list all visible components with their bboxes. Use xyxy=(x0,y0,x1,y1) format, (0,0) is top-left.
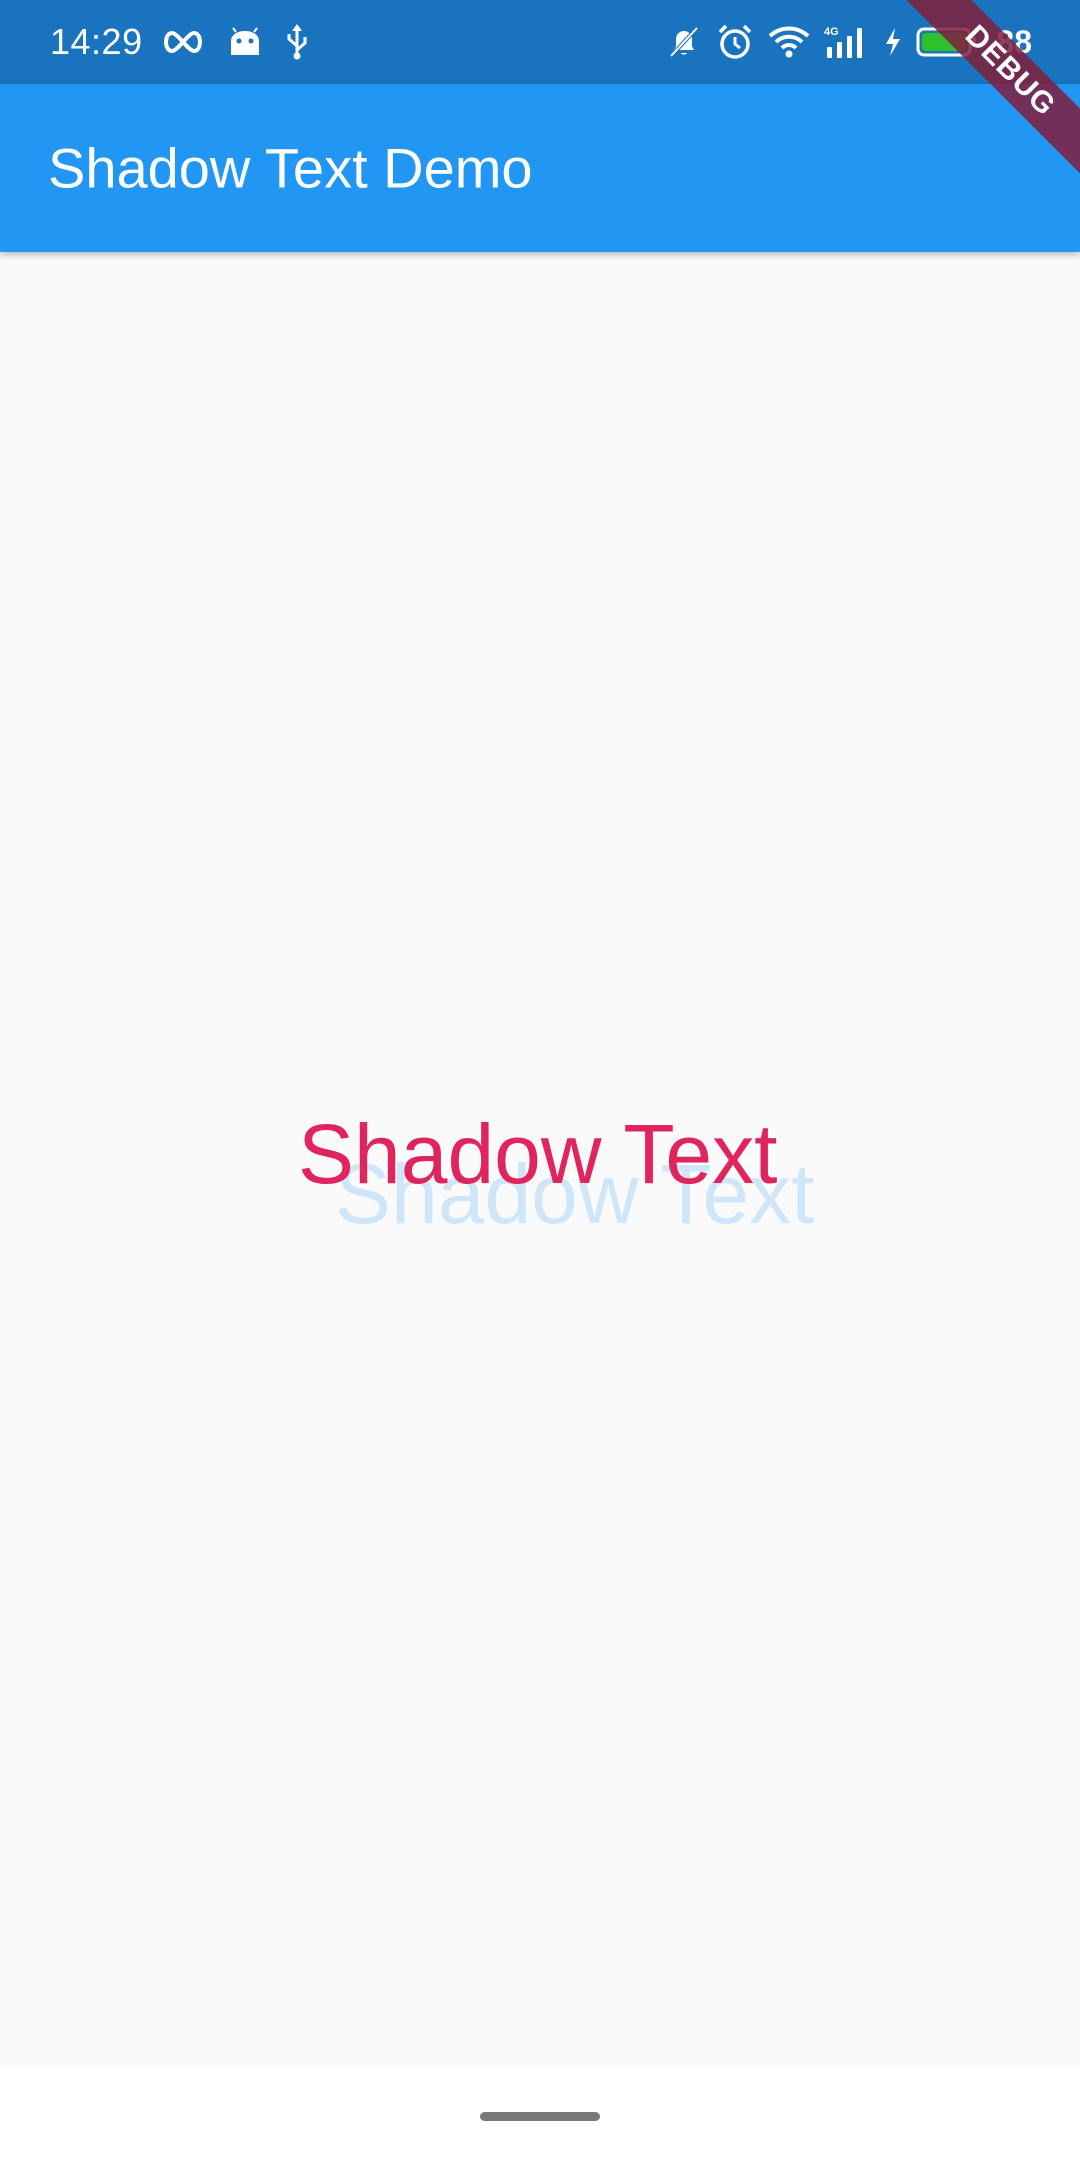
wifi-icon xyxy=(768,25,810,59)
battery-level: 88 xyxy=(996,23,1032,60)
android-icon xyxy=(228,27,262,57)
signal-4g-icon: 4G xyxy=(824,24,870,60)
shadow-text-label: Shadow Text xyxy=(298,1107,778,1201)
app-screen: 14:29 4G 88 Shadow Text Demo Shadow Text… xyxy=(0,0,1080,2160)
app-bar: Shadow Text Demo xyxy=(0,84,1080,252)
shadow-text-widget: Shadow Text Shadow Text xyxy=(0,1112,1080,1252)
status-bar: 14:29 4G 88 xyxy=(0,0,1080,84)
battery-icon xyxy=(916,26,978,58)
navigation-bar xyxy=(0,2068,1080,2160)
usb-icon xyxy=(284,24,310,60)
status-right-icons: 4G 88 xyxy=(666,0,1032,84)
charging-icon xyxy=(884,27,902,57)
main-content: Shadow Text Shadow Text xyxy=(0,252,1080,2068)
home-indicator[interactable] xyxy=(480,2112,600,2121)
infinity-icon xyxy=(160,27,206,57)
svg-text:4G: 4G xyxy=(824,26,839,38)
alarm-icon xyxy=(716,23,754,61)
status-time: 14:29 xyxy=(50,21,143,62)
app-title: Shadow Text Demo xyxy=(48,136,533,200)
bell-off-icon xyxy=(666,24,702,60)
status-left-icons xyxy=(160,0,310,84)
